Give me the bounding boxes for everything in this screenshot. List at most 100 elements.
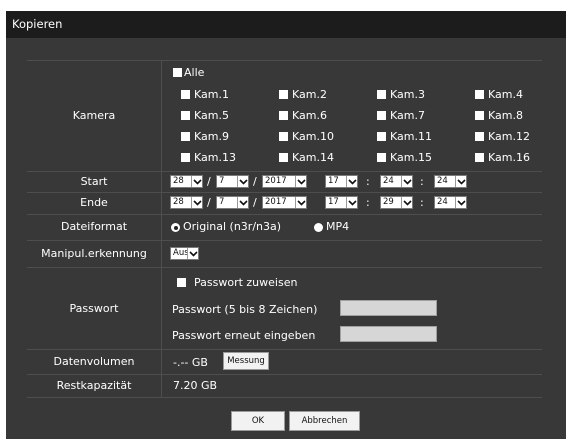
checkbox-kam-12[interactable] bbox=[475, 132, 484, 141]
chevron-down-icon bbox=[237, 176, 248, 187]
ende-label: Ende bbox=[80, 196, 108, 209]
chevron-down-icon bbox=[346, 197, 357, 208]
datenvolumen-label: Datenvolumen bbox=[53, 355, 135, 368]
checkbox-kam-label: Kam.5 bbox=[194, 109, 229, 122]
checkbox-kam-3[interactable] bbox=[377, 90, 386, 99]
row-separator bbox=[27, 374, 542, 375]
ende-day-select[interactable]: 28 bbox=[170, 196, 203, 209]
ende-hour-value: 17 bbox=[328, 197, 339, 207]
ende-year-value: 2017 bbox=[265, 197, 287, 207]
checkbox-alle-label: Alle bbox=[184, 66, 205, 79]
checkbox-kam-13[interactable] bbox=[181, 153, 190, 162]
checkbox-kam-4[interactable] bbox=[475, 90, 484, 99]
row-separator bbox=[27, 214, 542, 215]
start-second-select[interactable]: 24 bbox=[434, 175, 467, 188]
time-separator: : bbox=[366, 175, 370, 188]
date-separator: / bbox=[207, 175, 211, 188]
radio-mp4-label: MP4 bbox=[326, 220, 350, 233]
start-minute-select[interactable]: 24 bbox=[380, 175, 413, 188]
checkbox-passwort-zuweisen[interactable] bbox=[177, 278, 186, 287]
ok-button[interactable]: OK bbox=[231, 411, 285, 431]
chevron-down-icon bbox=[191, 197, 202, 208]
start-hour-value: 17 bbox=[328, 176, 339, 186]
row-separator bbox=[27, 192, 542, 193]
ende-month-select[interactable]: 7 bbox=[216, 196, 249, 209]
date-separator: / bbox=[253, 175, 257, 188]
checkbox-kam-label: Kam.7 bbox=[390, 109, 425, 122]
row-separator bbox=[27, 267, 542, 268]
manipul-select[interactable]: Aus bbox=[170, 247, 199, 260]
checkbox-kam-label: Kam.14 bbox=[292, 151, 334, 164]
ende-second-select[interactable]: 24 bbox=[434, 196, 467, 209]
checkbox-kam-label: Kam.1 bbox=[194, 88, 229, 101]
date-separator: / bbox=[253, 196, 257, 209]
checkbox-kam-label: Kam.13 bbox=[194, 151, 236, 164]
checkbox-kam-9[interactable] bbox=[181, 132, 190, 141]
chevron-down-icon bbox=[455, 176, 466, 187]
checkbox-kam-label: Kam.3 bbox=[390, 88, 425, 101]
ende-minute-select[interactable]: 29 bbox=[380, 196, 413, 209]
row-separator bbox=[27, 60, 542, 61]
checkbox-kam-7[interactable] bbox=[377, 111, 386, 120]
time-separator: : bbox=[420, 196, 424, 209]
checkbox-kam-8[interactable] bbox=[475, 111, 484, 120]
checkbox-kam-11[interactable] bbox=[377, 132, 386, 141]
checkbox-kam-14[interactable] bbox=[279, 153, 288, 162]
ende-minute-value: 29 bbox=[383, 197, 394, 207]
start-year-select[interactable]: 2017 bbox=[262, 175, 307, 188]
manipul-label: Manipul.erkennung bbox=[41, 247, 147, 260]
row-separator bbox=[27, 397, 542, 398]
start-day-value: 28 bbox=[173, 176, 184, 186]
start-day-select[interactable]: 28 bbox=[170, 175, 203, 188]
datenvolumen-value: -.-- GB bbox=[173, 356, 208, 369]
checkbox-kam-10[interactable] bbox=[279, 132, 288, 141]
checkbox-kam-5[interactable] bbox=[181, 111, 190, 120]
password-field-label: Passwort (5 bis 8 Zeichen) bbox=[172, 303, 318, 316]
radio-original-label: Original (n3r/n3a) bbox=[183, 220, 282, 233]
checkbox-kam-label: Kam.12 bbox=[488, 130, 530, 143]
ende-year-select[interactable]: 2017 bbox=[262, 196, 307, 209]
checkbox-kam-label: Kam.9 bbox=[194, 130, 229, 143]
chevron-down-icon bbox=[191, 176, 202, 187]
start-hour-select[interactable]: 17 bbox=[325, 175, 358, 188]
password-field[interactable] bbox=[340, 300, 437, 316]
start-year-value: 2017 bbox=[265, 176, 287, 186]
start-month-value: 7 bbox=[219, 176, 225, 186]
radio-mp4[interactable] bbox=[314, 223, 323, 232]
checkbox-alle[interactable] bbox=[173, 68, 182, 77]
checkbox-kam-label: Kam.4 bbox=[488, 88, 523, 101]
checkbox-kam-1[interactable] bbox=[181, 90, 190, 99]
ende-day-value: 28 bbox=[173, 197, 184, 207]
chevron-down-icon bbox=[455, 197, 466, 208]
chevron-down-icon bbox=[295, 176, 306, 187]
chevron-down-icon bbox=[401, 176, 412, 187]
measure-button[interactable]: Messung bbox=[223, 352, 269, 370]
column-separator bbox=[161, 60, 162, 397]
chevron-down-icon bbox=[295, 197, 306, 208]
start-label: Start bbox=[80, 175, 108, 188]
checkbox-kam-label: Kam.6 bbox=[292, 109, 327, 122]
start-second-value: 24 bbox=[437, 176, 448, 186]
row-separator bbox=[27, 240, 542, 241]
checkbox-kam-2[interactable] bbox=[279, 90, 288, 99]
password-repeat-label: Passwort erneut eingeben bbox=[172, 329, 316, 342]
date-separator: / bbox=[207, 196, 211, 209]
checkbox-passwort-zuweisen-label: Passwort zuweisen bbox=[194, 276, 298, 289]
chevron-down-icon bbox=[401, 197, 412, 208]
manipul-value: Aus bbox=[173, 248, 187, 258]
checkbox-kam-6[interactable] bbox=[279, 111, 288, 120]
dateiformat-label: Dateiformat bbox=[60, 220, 128, 233]
time-separator: : bbox=[420, 175, 424, 188]
passwort-label: Passwort bbox=[69, 302, 119, 315]
checkbox-kam-label: Kam.16 bbox=[488, 151, 530, 164]
cancel-button[interactable]: Abbrechen bbox=[289, 411, 360, 431]
ende-month-value: 7 bbox=[219, 197, 225, 207]
password-repeat-field[interactable] bbox=[340, 326, 437, 342]
start-month-select[interactable]: 7 bbox=[216, 175, 249, 188]
checkbox-kam-15[interactable] bbox=[377, 153, 386, 162]
row-separator bbox=[27, 349, 542, 350]
checkbox-kam-label: Kam.15 bbox=[390, 151, 432, 164]
checkbox-kam-16[interactable] bbox=[475, 153, 484, 162]
radio-original[interactable] bbox=[171, 223, 180, 232]
ende-hour-select[interactable]: 17 bbox=[325, 196, 358, 209]
